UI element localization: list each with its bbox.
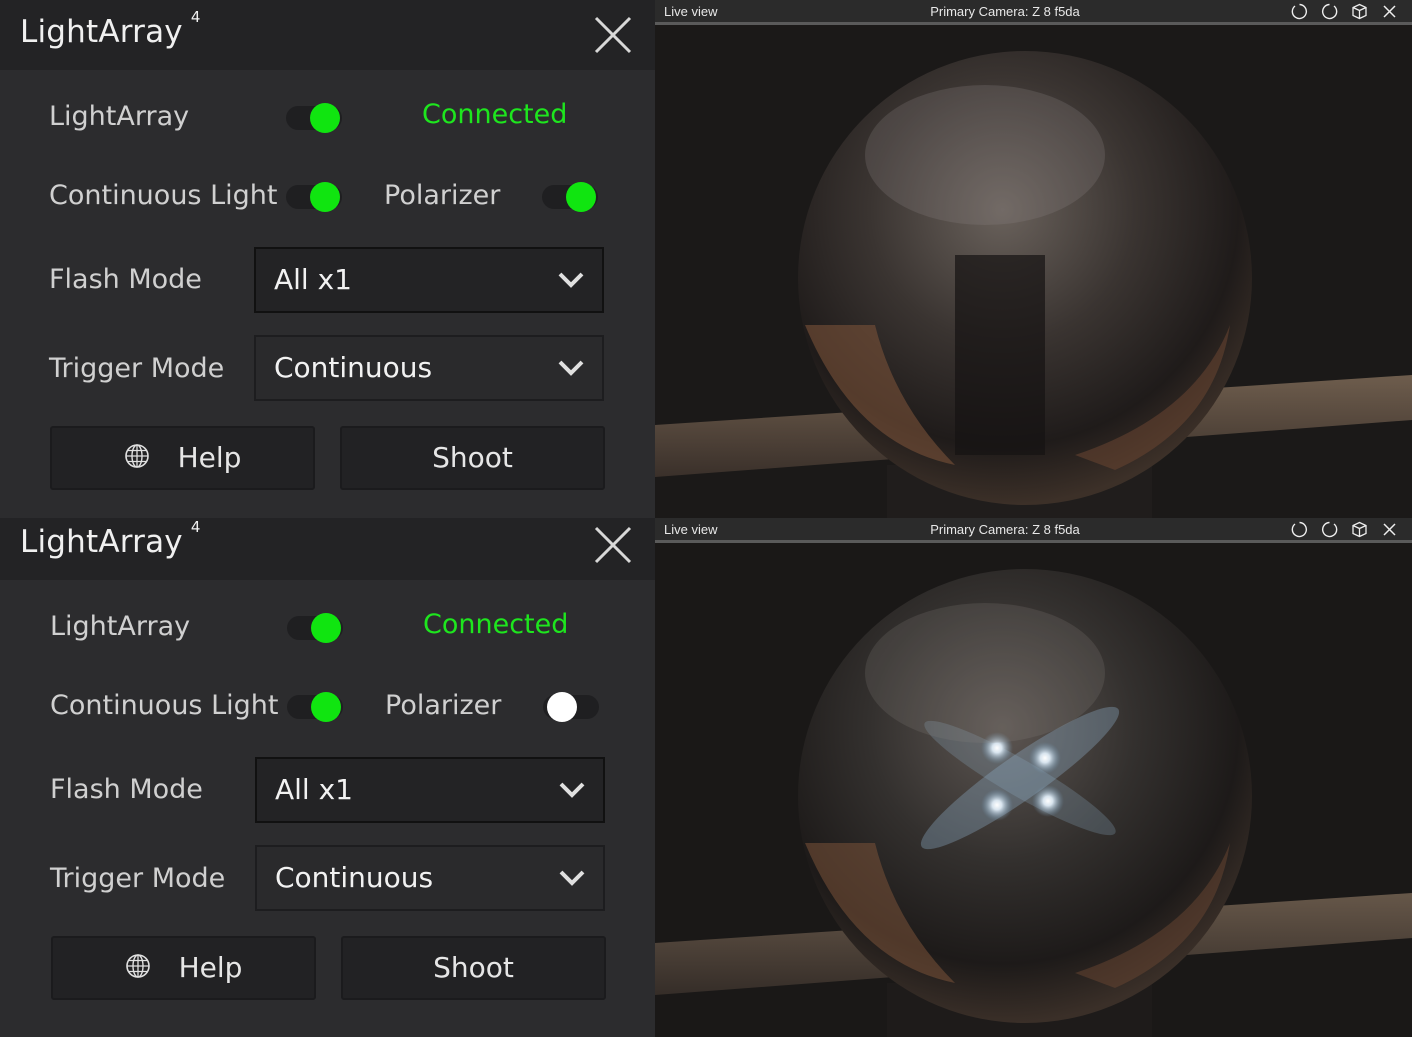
flash-mode-select[interactable]: All x1 bbox=[255, 757, 605, 823]
continuous-light-toggle[interactable] bbox=[286, 182, 342, 212]
camera-name: Primary Camera: Z 8 f5da bbox=[930, 4, 1080, 19]
lightarray-label: LightArray bbox=[49, 101, 190, 132]
close-button[interactable] bbox=[593, 15, 633, 55]
panel-badge: 4 bbox=[190, 518, 201, 536]
shoot-button[interactable]: Shoot bbox=[340, 426, 605, 490]
flash-mode-value: All x1 bbox=[275, 773, 353, 806]
flash-mode-select[interactable]: All x1 bbox=[254, 247, 604, 313]
panel-header: LightArray 4 bbox=[0, 0, 655, 70]
rotate-right-icon[interactable] bbox=[1321, 3, 1338, 20]
shoot-button[interactable]: Shoot bbox=[341, 936, 606, 1000]
panel-header: LightArray 4 bbox=[0, 518, 655, 580]
shoot-button-label: Shoot bbox=[433, 951, 514, 984]
close-button[interactable] bbox=[593, 525, 633, 565]
close-icon[interactable] bbox=[1381, 3, 1398, 20]
polarizer-toggle[interactable] bbox=[543, 692, 599, 722]
close-icon[interactable] bbox=[1381, 521, 1398, 538]
panel-title: LightArray 4 bbox=[20, 518, 201, 560]
connection-status: Connected bbox=[422, 99, 568, 130]
rotate-right-icon[interactable] bbox=[1321, 521, 1338, 538]
close-icon bbox=[594, 526, 632, 564]
camera-feed-image bbox=[655, 543, 1412, 1037]
connection-status: Connected bbox=[423, 609, 569, 640]
globe-icon bbox=[124, 444, 149, 468]
rotate-left-icon[interactable] bbox=[1291, 3, 1308, 20]
lightarray-panel: LightArray 4 LightArray Connected Continu… bbox=[0, 518, 655, 1037]
flash-mode-label: Flash Mode bbox=[50, 774, 203, 805]
help-button-label: Help bbox=[177, 441, 242, 474]
chevron-down-icon bbox=[558, 272, 584, 288]
camera-feed-image bbox=[655, 25, 1412, 518]
chevron-down-icon bbox=[558, 360, 584, 376]
camera-name: Primary Camera: Z 8 f5da bbox=[930, 522, 1080, 537]
lightarray-toggle[interactable] bbox=[287, 613, 343, 643]
panel-badge: 4 bbox=[190, 8, 201, 26]
shoot-button-label: Shoot bbox=[432, 441, 513, 474]
trigger-mode-value: Continuous bbox=[275, 861, 434, 894]
live-view-titlebar: Live view Primary Camera: Z 8 f5da bbox=[655, 0, 1412, 25]
chevron-down-icon bbox=[559, 782, 585, 798]
lightarray-label: LightArray bbox=[50, 611, 191, 642]
help-button-label: Help bbox=[178, 951, 243, 984]
polarizer-label: Polarizer bbox=[384, 180, 501, 211]
trigger-mode-select[interactable]: Continuous bbox=[255, 845, 605, 911]
flash-mode-label: Flash Mode bbox=[49, 264, 202, 295]
cube-icon[interactable] bbox=[1351, 3, 1368, 20]
live-view-window: Live view Primary Camera: Z 8 f5da bbox=[655, 518, 1412, 1037]
continuous-light-label: Continuous Light bbox=[50, 690, 279, 721]
chevron-down-icon bbox=[559, 870, 585, 886]
live-view-titlebar: Live view Primary Camera: Z 8 f5da bbox=[655, 518, 1412, 543]
live-view-window: Live view Primary Camera: Z 8 f5da bbox=[655, 0, 1412, 518]
close-icon bbox=[594, 16, 632, 54]
trigger-mode-value: Continuous bbox=[274, 351, 433, 384]
continuous-light-toggle[interactable] bbox=[287, 692, 343, 722]
help-button[interactable]: Help bbox=[51, 936, 316, 1000]
trigger-mode-label: Trigger Mode bbox=[50, 863, 226, 894]
polarizer-label: Polarizer bbox=[385, 690, 502, 721]
trigger-mode-label: Trigger Mode bbox=[49, 353, 225, 384]
flash-mode-value: All x1 bbox=[274, 263, 352, 296]
cube-icon[interactable] bbox=[1351, 521, 1368, 538]
help-button[interactable]: Help bbox=[50, 426, 315, 490]
trigger-mode-select[interactable]: Continuous bbox=[254, 335, 604, 401]
continuous-light-label: Continuous Light bbox=[49, 180, 278, 211]
globe-icon bbox=[125, 954, 150, 978]
lightarray-toggle[interactable] bbox=[286, 103, 342, 133]
rotate-left-icon[interactable] bbox=[1291, 521, 1308, 538]
panel-title: LightArray 4 bbox=[20, 8, 201, 50]
lightarray-panel: LightArray 4 LightArray Connected Continu… bbox=[0, 0, 655, 518]
polarizer-toggle[interactable] bbox=[542, 182, 598, 212]
